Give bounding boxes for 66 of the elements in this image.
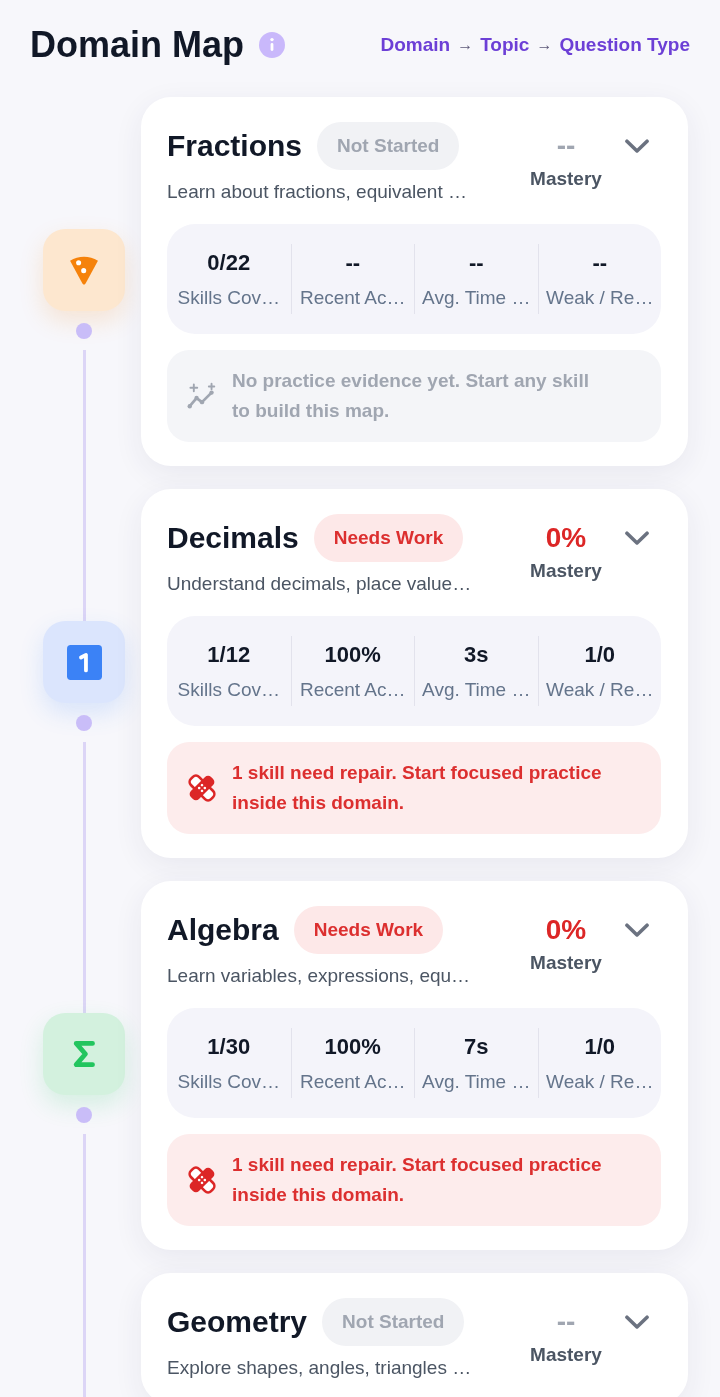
domain-title: Algebra: [167, 913, 279, 947]
stat-label: Recent Ac…: [299, 678, 406, 702]
notice-text: 1 skill need repair. Start focused practice inside this domain.: [232, 761, 603, 815]
timeline-dot: [76, 1107, 92, 1123]
stat-value: 1/12: [207, 642, 251, 668]
stat-value: --: [345, 250, 361, 276]
bandage-icon: [187, 773, 217, 803]
stat-label: Avg. Time …: [422, 286, 531, 310]
hierarchy-level: Question Type: [559, 34, 690, 56]
stat-value: 100%: [324, 642, 381, 668]
arrow-separator: →: [536, 36, 553, 54]
stat-value: 1/30: [207, 1034, 251, 1060]
hierarchy-level: Domain: [380, 34, 451, 56]
mastery-value: --: [556, 129, 576, 163]
mastery-label: Mastery: [530, 559, 602, 583]
timeline-dot: [76, 323, 92, 339]
stat-value: 0/22: [207, 250, 251, 276]
mastery-label: Mastery: [530, 167, 602, 191]
arrow-separator: →: [457, 36, 474, 54]
mastery-value: --: [556, 1305, 576, 1339]
stat-label: Weak / Re…: [546, 286, 654, 310]
domain-title: Decimals: [167, 521, 299, 555]
timeline-dot: [76, 715, 92, 731]
stat-label: Avg. Time …: [422, 678, 531, 702]
stat-label: Recent Ac…: [299, 286, 406, 310]
domain-title: Fractions: [167, 129, 303, 163]
hierarchy-level: Topic: [480, 34, 530, 56]
status-badge: Not Started: [317, 122, 460, 170]
domain-description: Learn variables, expressions, equ…: [167, 964, 472, 988]
stat-label: Recent Ac…: [299, 1070, 406, 1094]
status-badge: Not Started: [322, 1298, 465, 1346]
stat-value: 7s: [464, 1034, 489, 1060]
stat-label: Skills Cov…: [177, 678, 280, 702]
mastery-value: 0%: [545, 521, 587, 555]
mastery-label: Mastery: [530, 951, 602, 975]
status-badge: Needs Work: [313, 514, 464, 562]
notice-text: 1 skill need repair. Start focused practice inside this domain.: [232, 1153, 603, 1207]
domain-description: Understand decimals, place value…: [167, 572, 473, 596]
stat-label: Skills Cov…: [177, 1070, 280, 1094]
stat-label: Weak / Re…: [546, 1070, 654, 1094]
sparkle-chart-icon: [187, 381, 217, 411]
chevron-down-icon: [625, 1315, 649, 1329]
chevron-down-icon: [625, 139, 649, 153]
stat-value: --: [592, 250, 608, 276]
stat-value: 100%: [324, 1034, 381, 1060]
sigma-icon: [43, 1013, 125, 1095]
notice-text: No practice evidence yet. Start any skill to build this map.: [232, 369, 590, 423]
chevron-down-icon: [625, 923, 649, 937]
stat-value: 3s: [464, 642, 489, 668]
bandage-icon: [187, 1165, 217, 1195]
domain-title: Geometry: [167, 1305, 308, 1339]
stat-label: Avg. Time …: [422, 1070, 531, 1094]
chevron-down-icon: [625, 531, 649, 545]
mastery-value: 0%: [545, 913, 587, 947]
mastery-label: Mastery: [530, 1343, 602, 1367]
pizza-slice-icon: [43, 229, 125, 311]
domain-description: Learn about fractions, equivalent …: [167, 180, 468, 204]
domain-description: Explore shapes, angles, triangles …: [167, 1356, 473, 1380]
number-one-icon: [43, 621, 125, 703]
stat-label: Skills Cov…: [177, 286, 280, 310]
stat-value: 1/0: [584, 642, 616, 668]
stat-value: --: [468, 250, 484, 276]
page-title: Domain Map: [30, 23, 244, 67]
stat-value: 1/0: [584, 1034, 616, 1060]
status-badge: Needs Work: [293, 906, 444, 954]
stat-label: Weak / Re…: [546, 678, 654, 702]
